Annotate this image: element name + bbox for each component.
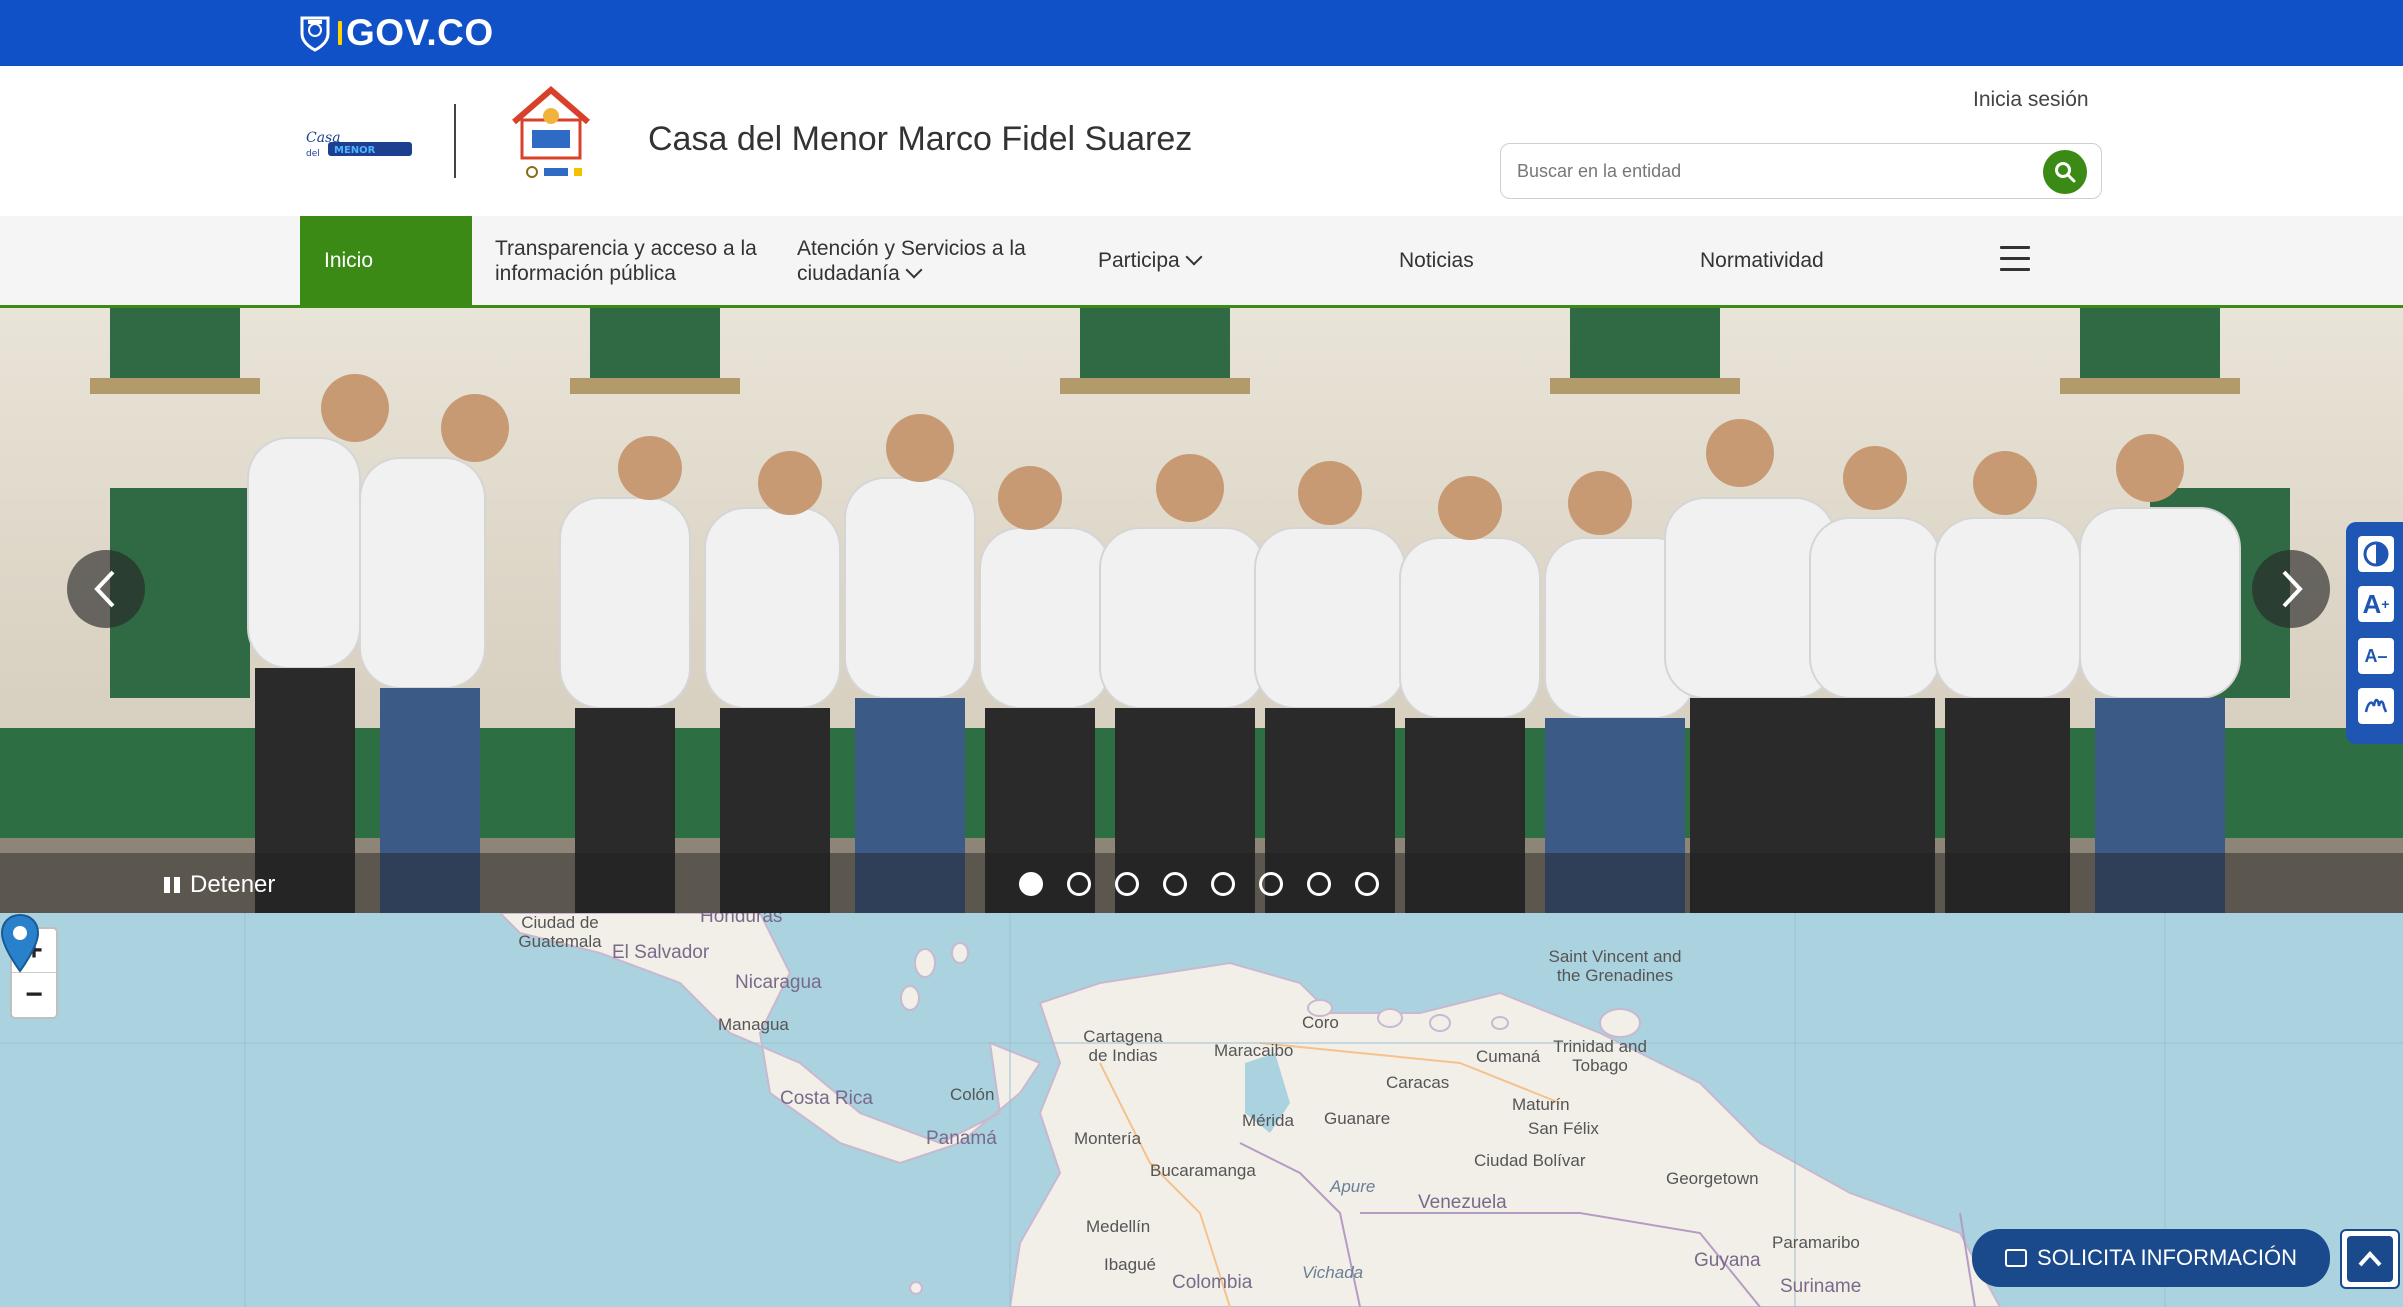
zoom-out-button[interactable]: − xyxy=(12,973,56,1017)
map-label: Nicaragua xyxy=(735,972,822,993)
nav-item-noticias[interactable]: Noticias xyxy=(1399,216,1599,305)
govco-accent-mark xyxy=(338,21,342,45)
nav-item-label: Normatividad xyxy=(1700,249,1824,272)
search-button[interactable] xyxy=(2043,150,2087,194)
govco-top-bar: GOV.CO xyxy=(0,0,2403,66)
map-label: Venezuela xyxy=(1418,1192,1507,1213)
carousel-pause-button[interactable]: Detener xyxy=(164,871,275,899)
chevron-up-icon xyxy=(2358,1251,2382,1267)
map-label: Maturín xyxy=(1512,1095,1570,1114)
search-icon xyxy=(2055,162,2076,183)
map-label: Paramaribo xyxy=(1772,1233,1860,1252)
map-label: Costa Rica xyxy=(780,1088,873,1109)
nav-item-transparencia[interactable]: Transparencia y acceso a la información … xyxy=(495,216,765,305)
nav-item-label: Noticias xyxy=(1399,249,1474,272)
chevron-left-icon xyxy=(94,570,115,608)
site-header: Casa del MENOR Casa del Menor Marco Fide… xyxy=(0,66,2403,216)
carousel-next-button[interactable] xyxy=(2252,550,2330,628)
carousel-controls-bar: Detener xyxy=(0,853,2403,913)
map-label: Mérida xyxy=(1242,1111,1294,1130)
carousel-dot[interactable] xyxy=(1307,872,1331,896)
nav-item-atencion[interactable]: Atención y Servicios a la ciudadanía xyxy=(797,216,1067,305)
map-label: Medellín xyxy=(1086,1217,1151,1236)
map-label: Cumaná xyxy=(1476,1047,1541,1066)
map-label: Montería xyxy=(1074,1129,1142,1148)
pause-label: Detener xyxy=(190,871,276,898)
svg-text:MENOR: MENOR xyxy=(334,145,376,156)
increase-font-icon[interactable]: A + xyxy=(2358,586,2394,622)
casa-del-menor-logo[interactable]: Casa del MENOR xyxy=(304,126,414,160)
govco-brand-text: GOV.CO xyxy=(346,12,494,53)
carousel-dot[interactable] xyxy=(1259,872,1283,896)
accessibility-toolbar: A + A– xyxy=(2346,522,2403,744)
map-label: Saint Vincent and the Grenadines xyxy=(1548,947,1682,985)
map-label: Guyana xyxy=(1694,1250,1761,1271)
decrease-font-icon[interactable]: A– xyxy=(2358,638,2394,674)
map-label: Maracaibo xyxy=(1214,1041,1294,1060)
login-link[interactable]: Inicia sesión xyxy=(1973,88,2089,112)
solicita-informacion-button[interactable]: SOLICITA INFORMACIÓN xyxy=(1972,1229,2330,1287)
chevron-down-icon xyxy=(905,261,923,278)
nav-item-participa[interactable]: Participa xyxy=(1098,216,1298,305)
nav-item-label: Atención y Servicios a la ciudadanía xyxy=(797,236,1026,285)
carousel-indicators xyxy=(1019,872,1403,896)
chevron-down-icon xyxy=(1185,248,1203,265)
map-label: Cartagena de Indias xyxy=(1083,1027,1163,1065)
map-label: Caracas xyxy=(1386,1073,1450,1092)
carousel-dot[interactable] xyxy=(1211,872,1235,896)
search-box xyxy=(1500,143,2102,199)
pause-icon xyxy=(164,877,180,893)
logo-divider xyxy=(454,104,456,178)
nav-item-inicio[interactable]: Inicio xyxy=(300,216,472,305)
chevron-right-icon xyxy=(2282,570,2303,608)
nav-item-label: Transparencia y acceso a la información … xyxy=(495,236,757,285)
team-group-photo xyxy=(0,308,2403,913)
message-icon xyxy=(2005,1249,2028,1267)
hamburger-menu-icon[interactable] xyxy=(2000,246,2030,272)
main-navigation: Inicio Transparencia y acceso a la infor… xyxy=(0,216,2403,308)
map-label: Vichada xyxy=(1302,1263,1364,1282)
back-to-top-button[interactable] xyxy=(2340,1229,2400,1289)
map-label: Apure xyxy=(1330,1177,1376,1196)
carousel-dot[interactable] xyxy=(1019,872,1043,896)
map-label: Guanare xyxy=(1324,1109,1391,1128)
map-label: Coro xyxy=(1302,1013,1339,1032)
map-label: Ciudad de Guatemala xyxy=(518,913,602,951)
nav-item-normatividad[interactable]: Normatividad xyxy=(1700,216,1900,305)
map-label: Colombia xyxy=(1172,1272,1253,1293)
nav-item-label: Inicio xyxy=(324,249,374,272)
map-label: Ibagué xyxy=(1104,1255,1156,1274)
map-marker-icon[interactable] xyxy=(0,913,40,973)
map-label: Panamá xyxy=(926,1128,997,1149)
colombia-shield-icon xyxy=(300,16,330,52)
contrast-icon[interactable] xyxy=(2358,536,2394,572)
map-label: Colón xyxy=(950,1085,995,1104)
govco-logo-link[interactable]: GOV.CO xyxy=(298,10,494,56)
carousel-dot[interactable] xyxy=(1163,872,1187,896)
solicita-label: SOLICITA INFORMACIÓN xyxy=(2037,1245,2297,1270)
map-label: Ciudad Bolívar xyxy=(1474,1151,1586,1170)
carousel-dot[interactable] xyxy=(1355,872,1379,896)
carousel-dot[interactable] xyxy=(1115,872,1139,896)
entity-name-title: Casa del Menor Marco Fidel Suarez xyxy=(648,120,1193,158)
map-label: Trinidad and Tobago xyxy=(1553,1037,1647,1075)
map-label: Suriname xyxy=(1780,1276,1862,1297)
casa-del-menor-house-logo[interactable] xyxy=(504,82,598,182)
map-label: San Félix xyxy=(1528,1119,1599,1138)
nav-item-label: Participa xyxy=(1098,249,1180,272)
map-label: Honduras xyxy=(700,913,783,927)
carousel-prev-button[interactable] xyxy=(67,550,145,628)
carousel-dot[interactable] xyxy=(1067,872,1091,896)
sign-language-icon[interactable] xyxy=(2358,688,2394,724)
map-label: Bucaramanga xyxy=(1150,1161,1256,1180)
map-label: Georgetown xyxy=(1666,1169,1759,1188)
search-input[interactable] xyxy=(1517,156,2027,186)
map-label: Managua xyxy=(718,1015,789,1034)
svg-text:del: del xyxy=(306,149,320,159)
map-label: El Salvador xyxy=(612,942,710,963)
hero-carousel: Detener xyxy=(0,308,2403,913)
